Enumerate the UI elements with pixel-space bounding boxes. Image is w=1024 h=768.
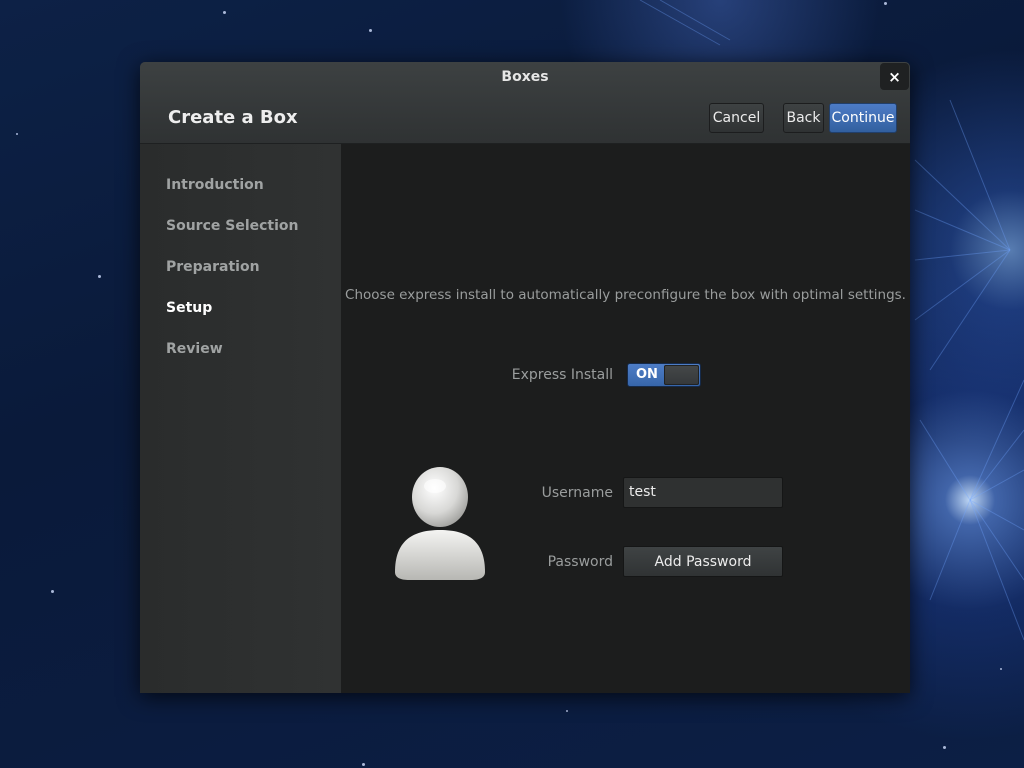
username-input[interactable]: test xyxy=(623,477,783,508)
continue-button[interactable]: Continue xyxy=(829,103,897,133)
express-install-hint: Choose express install to automatically … xyxy=(345,287,906,303)
header-bar: Boxes × Create a Box Cancel Back Continu… xyxy=(140,62,910,144)
close-button[interactable]: × xyxy=(880,63,909,90)
express-install-switch[interactable]: ON xyxy=(627,363,701,387)
page-title: Create a Box xyxy=(168,107,298,128)
switch-state-label: ON xyxy=(636,367,658,382)
password-label: Password xyxy=(547,554,613,570)
boxes-window: Boxes × Create a Box Cancel Back Continu… xyxy=(140,62,910,693)
cancel-button[interactable]: Cancel xyxy=(709,103,764,133)
window-title: Boxes xyxy=(501,69,549,85)
add-password-button[interactable]: Add Password xyxy=(623,546,783,577)
star xyxy=(884,2,887,5)
sidebar-item-preparation[interactable]: Preparation xyxy=(166,259,260,275)
sidebar-item-introduction[interactable]: Introduction xyxy=(166,177,264,193)
username-label: Username xyxy=(541,485,613,501)
sidebar-item-setup[interactable]: Setup xyxy=(166,300,212,316)
wizard-sidebar: Introduction Source Selection Preparatio… xyxy=(140,144,341,693)
star xyxy=(223,11,226,14)
star xyxy=(1000,668,1002,670)
star xyxy=(362,763,365,766)
setup-page: Choose express install to automatically … xyxy=(341,144,910,693)
star xyxy=(369,29,372,32)
close-icon: × xyxy=(888,67,901,86)
sidebar-item-source-selection[interactable]: Source Selection xyxy=(166,218,299,234)
star xyxy=(51,590,54,593)
express-install-label: Express Install xyxy=(511,367,613,383)
star xyxy=(98,275,101,278)
star xyxy=(943,746,946,749)
switch-knob xyxy=(664,365,699,385)
sidebar-item-review[interactable]: Review xyxy=(166,341,223,357)
back-button[interactable]: Back xyxy=(783,103,824,133)
star xyxy=(566,710,568,712)
star xyxy=(16,133,18,135)
